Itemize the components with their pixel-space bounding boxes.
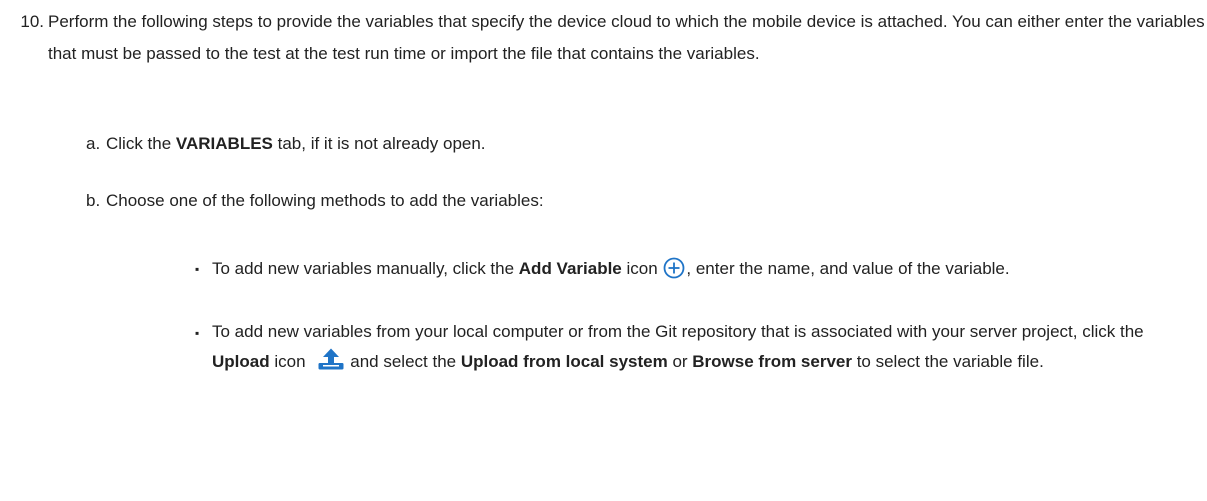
bullet-marker: ▪ xyxy=(195,326,200,340)
step-10: 10. Perform the following steps to provi… xyxy=(0,6,1205,70)
bullet-1-mid: icon xyxy=(621,259,663,278)
step-a-pre: Click the xyxy=(106,134,176,153)
step-a-text: Click the VARIABLES tab, if it is not al… xyxy=(106,128,1205,160)
bullet-text-add-variable: To add new variables manually, click the… xyxy=(212,253,1172,285)
bullet-2-mid3: or xyxy=(667,352,693,371)
step-10-text: Perform the following steps to provide t… xyxy=(48,12,1205,63)
add-circle-icon xyxy=(664,257,685,279)
add-variable-label: Add Variable xyxy=(518,259,622,278)
step-a-letter: a. xyxy=(86,134,101,153)
variables-tab-label: VARIABLES xyxy=(175,134,273,153)
bullet-marker: ▪ xyxy=(195,262,200,276)
list-item: ▪ To add new variables manually, click t… xyxy=(0,253,1205,285)
step-b-letter: b. xyxy=(86,191,101,210)
upload-from-local-system-label: Upload from local system xyxy=(460,352,668,371)
bullet-2-mid2: and select the xyxy=(350,352,461,371)
step-b-text: Choose one of the following methods to a… xyxy=(106,191,544,210)
upload-icon xyxy=(318,348,344,370)
list-item: ▪ To add new variables from your local c… xyxy=(0,317,1205,377)
bullet-2-post: to select the variable file. xyxy=(851,352,1044,371)
step-a-post: tab, if it is not already open. xyxy=(272,134,486,153)
step-b: b. Choose one of the following methods t… xyxy=(0,185,1205,217)
bullet-1-post: , enter the name, and value of the varia… xyxy=(686,259,1010,278)
upload-label: Upload xyxy=(212,352,270,371)
bullet-1-pre: To add new variables manually, click the xyxy=(212,259,519,278)
browse-from-server-label: Browse from server xyxy=(692,352,852,371)
step-a: a. Click the VARIABLES tab, if it is not… xyxy=(0,128,1205,160)
bullet-text-upload: To add new variables from your local com… xyxy=(212,317,1172,377)
bullet-2-pre: To add new variables from your local com… xyxy=(212,322,1144,341)
step-number: 10. xyxy=(20,12,44,31)
bullet-2-mid1: icon xyxy=(269,352,311,371)
